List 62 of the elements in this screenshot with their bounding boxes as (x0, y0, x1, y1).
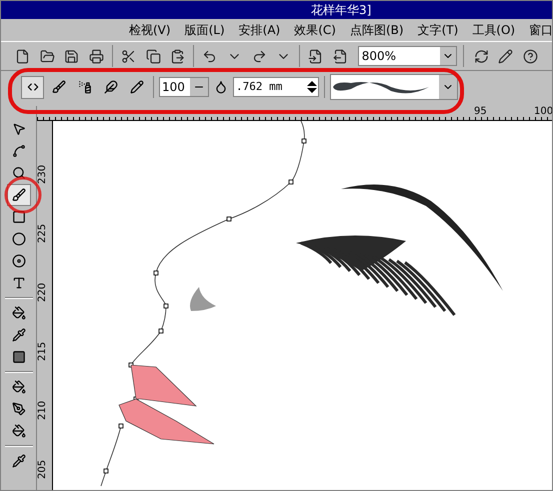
ruler-label: 100 (534, 106, 552, 119)
help-icon (523, 48, 538, 64)
window-title: 花样年华3] (311, 2, 372, 19)
ruler-label: 220 (37, 282, 49, 302)
brush-icon (52, 80, 66, 94)
rectangle-icon (12, 210, 26, 224)
menu-item[interactable]: 效果(C) (294, 21, 336, 39)
ellipse-icon (12, 232, 26, 246)
smoothness-field[interactable]: 100 (159, 77, 209, 97)
paste-icon (170, 48, 186, 64)
pencil-icon (498, 48, 514, 64)
printer-icon (89, 48, 104, 64)
brush-icon (12, 188, 26, 202)
copy-icon (146, 48, 161, 64)
paint-bucket-icon (12, 424, 26, 438)
zoom-value: 800% (362, 48, 396, 65)
smoothness-value: 100 (162, 79, 185, 96)
menu-item[interactable]: 窗口 (529, 21, 552, 39)
width-field[interactable]: .762 mm (233, 77, 319, 97)
folder-icon (40, 48, 55, 64)
eyedropper-icon (12, 328, 26, 342)
width-value: .762 mm (236, 78, 282, 95)
curve-icon (12, 144, 26, 158)
tool-button[interactable] (6, 184, 30, 206)
spinner-icon (306, 79, 318, 95)
export-icon (332, 48, 348, 64)
pen-nib-icon (12, 402, 26, 416)
text-icon (12, 276, 26, 290)
paint-bucket-icon (12, 380, 26, 394)
square-icon (12, 350, 26, 364)
pencil-icon (130, 80, 144, 94)
menu-item[interactable]: 安排(A) (238, 21, 280, 39)
menu-item[interactable]: 文字(T) (418, 21, 458, 39)
width-icon (214, 80, 228, 94)
ruler-label: 215 (37, 340, 49, 361)
mode-button[interactable] (21, 76, 44, 98)
feather-icon (104, 80, 118, 94)
menu-item[interactable]: 工具(O) (472, 21, 516, 39)
scissors-icon (120, 48, 136, 64)
pointer-icon (12, 122, 26, 136)
menu-item[interactable]: 检视(V) (129, 21, 171, 39)
redo-icon (252, 48, 267, 64)
menu-item[interactable]: 点阵图(B) (350, 21, 404, 39)
stroke-dropdown[interactable] (330, 74, 458, 100)
ruler-label: 95 (474, 106, 488, 119)
spiral-icon (12, 254, 26, 268)
ruler-label: 205 (37, 458, 49, 479)
spray-can-icon (78, 80, 92, 94)
ruler-label: 230 (37, 164, 49, 184)
ruler-label: 210 (37, 400, 49, 420)
zoom-dropdown[interactable]: 800% (358, 46, 457, 66)
zoom-icon (12, 166, 26, 180)
ruler-label: 225 (37, 222, 49, 243)
nostril-drawing (190, 287, 216, 311)
eyedropper-icon (12, 454, 26, 468)
new-file-icon (14, 48, 30, 64)
menu-item[interactable]: 版面(L) (184, 21, 225, 39)
paint-bucket-icon (12, 306, 26, 320)
import-icon (308, 48, 324, 64)
undo-icon (202, 48, 218, 64)
save-icon (64, 48, 80, 64)
refresh-icon (474, 48, 489, 64)
